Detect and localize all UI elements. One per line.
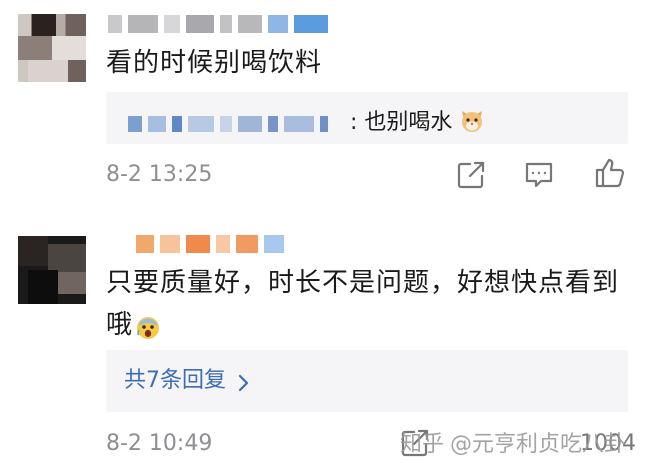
avatar-mosaic-block (28, 60, 68, 82)
reply-text: : 也别喝水 (350, 110, 453, 135)
cat-face-icon (459, 107, 485, 133)
username-pixelated[interactable] (108, 14, 328, 34)
watermark: 知乎 @元亨利贞吃八卦 (400, 426, 626, 458)
username-pixelated[interactable] (136, 234, 284, 254)
watermark-site: 知乎 (400, 432, 445, 457)
comment-text: 看的时候别喝饮料 (106, 48, 323, 78)
scared-face-icon (135, 312, 161, 339)
avatar-mosaic-block (32, 14, 56, 38)
comment-icon[interactable] (522, 158, 556, 192)
comment-timestamp: 8-2 10:49 (106, 431, 213, 456)
avatar-mosaic-block (52, 36, 86, 60)
avatar-mosaic-block (28, 270, 58, 304)
reply-username-pixelated (128, 116, 328, 132)
comment-text-line-2: 哦 (106, 310, 134, 340)
reply-text-line: : 也别喝水 (350, 104, 485, 142)
avatar-mosaic-block (48, 244, 86, 272)
avatar-mosaic-block (58, 272, 86, 294)
comment-text-line-2-wrap: 哦 (106, 304, 161, 346)
watermark-handle: @元亨利贞吃八卦 (450, 432, 627, 457)
avatar-mosaic-block (18, 36, 52, 60)
comment-text-line-1: 只要质量好，时长不是问题，好想快点看到 (106, 268, 620, 298)
avatar[interactable] (18, 236, 86, 304)
chevron-right-icon (236, 371, 250, 392)
share-icon[interactable] (454, 158, 488, 192)
avatar[interactable] (18, 14, 86, 82)
avatar-mosaic-block (18, 236, 48, 266)
comment-timestamp: 8-2 13:25 (106, 162, 213, 187)
like-icon[interactable] (592, 156, 626, 190)
view-replies-link[interactable]: 共7条回复 (124, 365, 250, 397)
view-replies-label: 共7条回复 (124, 368, 226, 393)
